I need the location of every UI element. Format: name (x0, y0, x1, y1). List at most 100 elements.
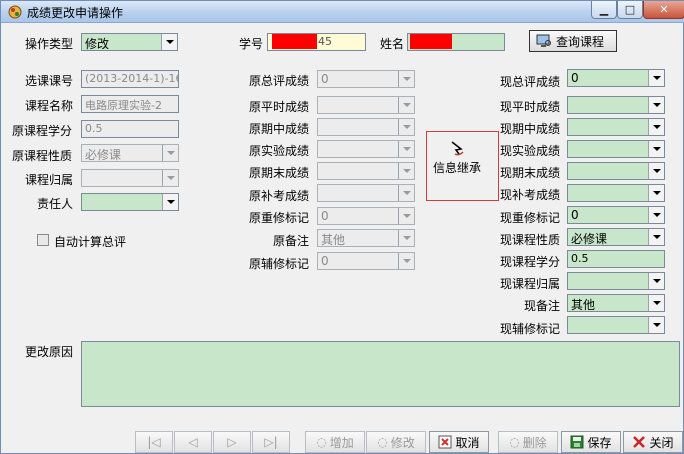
chevron-down-icon (648, 163, 664, 179)
cur-remark-select[interactable]: 其他 (567, 294, 665, 312)
cur-nature-label: 现课程性质 (500, 233, 561, 247)
close-button[interactable]: 关闭 (623, 431, 683, 453)
orig-total-select[interactable]: 0 (317, 70, 415, 88)
owner-select[interactable] (81, 193, 179, 211)
cur-mid-select[interactable] (567, 118, 665, 136)
orig-mid-select[interactable] (317, 118, 415, 136)
name-label: 姓名 (380, 37, 405, 51)
first-record-icon: |◁ (147, 435, 161, 449)
orig-minor-value: 0 (321, 254, 329, 268)
last-record-icon: ▷| (264, 435, 278, 449)
delete-label: 删除 (522, 435, 547, 450)
edit-icon: ◌ (377, 435, 388, 449)
delete-icon: ◌ (509, 435, 520, 449)
orig-mid-label: 原期中成绩 (249, 122, 310, 136)
close-icon: ✕ (659, 3, 669, 16)
edit-button[interactable]: ◌ 修改 (366, 431, 426, 453)
cur-final-label: 现期末成绩 (500, 166, 561, 180)
first-record-button[interactable]: |◁ (135, 431, 173, 453)
maximize-icon: □ (624, 3, 636, 16)
query-course-button[interactable]: 查询课程 (529, 30, 617, 52)
cur-retake-select[interactable]: 0 (567, 206, 665, 224)
chevron-down-icon (398, 119, 414, 135)
cur-makeup-label: 现补考成绩 (500, 188, 561, 202)
course-no-field[interactable]: (2013-2014-1)-16 (81, 70, 179, 88)
chevron-down-icon (398, 163, 414, 179)
course-name-field[interactable]: 电路原理实验-2 (81, 95, 179, 113)
credit-label: 原课程学分 (12, 124, 73, 138)
minimize-icon: ▁ (599, 3, 609, 16)
cancel-button[interactable]: 取消 (429, 431, 489, 453)
chevron-down-icon (398, 185, 414, 201)
cur-remark-value: 其他 (571, 298, 596, 312)
auto-calc-checkbox[interactable] (37, 234, 49, 246)
close-x-icon (633, 436, 646, 448)
cur-total-value: 0 (571, 71, 579, 85)
cur-belong-select[interactable] (567, 272, 665, 290)
save-button[interactable]: 保存 (561, 431, 621, 453)
cur-remark-label: 现备注 (524, 299, 561, 313)
chevron-down-icon (398, 208, 414, 224)
chevron-down-icon (648, 119, 664, 135)
belong-label: 课程归属 (25, 173, 74, 187)
minimize-button[interactable]: ▁ (591, 1, 617, 19)
inherit-info-label: 信息继承 (433, 161, 482, 175)
orig-retake-value: 0 (321, 209, 329, 223)
delete-button[interactable]: ◌ 删除 (498, 431, 558, 453)
maximize-button[interactable]: □ (617, 1, 643, 19)
window-title: 成绩更改申请操作 (27, 6, 124, 20)
auto-calc-label: 自动计算总评 (54, 235, 127, 249)
cur-total-select[interactable]: 0 (567, 69, 665, 87)
orig-exp-select[interactable] (317, 140, 415, 158)
cur-credit-field[interactable]: 0.5 (567, 250, 665, 268)
add-icon: ◌ (316, 435, 327, 449)
op-type-select[interactable]: 修改 (81, 33, 178, 51)
orig-remark-select[interactable]: 其他 (317, 229, 415, 247)
last-record-button[interactable]: ▷| (252, 431, 290, 453)
reason-label: 更改原因 (25, 345, 74, 359)
orig-final-select[interactable] (317, 162, 415, 180)
chevron-down-icon (648, 70, 664, 86)
chevron-down-icon (162, 170, 178, 186)
next-record-button[interactable]: ▷ (213, 431, 251, 453)
cur-credit-value: 0.5 (571, 252, 589, 265)
cur-minor-select[interactable] (567, 316, 665, 334)
cur-makeup-select[interactable] (567, 184, 665, 202)
cur-total-label: 现总评成绩 (500, 75, 561, 89)
save-icon (570, 435, 584, 449)
cur-retake-label: 现重修标记 (500, 211, 561, 225)
redaction-mark (410, 34, 452, 49)
student-id-suffix: 45 (318, 35, 332, 48)
cur-usual-label: 现平时成绩 (500, 100, 561, 114)
cur-nature-value: 必修课 (571, 232, 608, 246)
orig-retake-label: 原重修标记 (249, 211, 310, 225)
orig-total-label: 原总评成绩 (249, 74, 310, 88)
reason-textarea[interactable] (81, 341, 680, 407)
cur-credit-label: 现课程学分 (500, 255, 561, 269)
app-icon (8, 5, 22, 19)
close-window-button[interactable]: ✕ (643, 1, 684, 19)
owner-label: 责任人 (37, 197, 74, 211)
cancel-icon (438, 435, 452, 449)
orig-retake-select[interactable]: 0 (317, 207, 415, 225)
inherit-info-button[interactable]: 信息继承 (426, 131, 499, 201)
orig-minor-select[interactable]: 0 (317, 252, 415, 270)
nature-select[interactable]: 必修课 (81, 144, 179, 162)
cur-usual-select[interactable] (567, 96, 665, 114)
add-button[interactable]: ◌ 增加 (305, 431, 365, 453)
student-id-label: 学号 (239, 37, 264, 51)
belong-select[interactable] (81, 169, 179, 187)
title-bar: 成绩更改申请操作 ▁ □ ✕ (1, 1, 684, 23)
cur-nature-select[interactable]: 必修课 (567, 228, 665, 246)
credit-field[interactable]: 0.5 (81, 120, 179, 138)
orig-minor-label: 原辅修标记 (249, 257, 310, 271)
dialog-window: 成绩更改申请操作 ▁ □ ✕ 操作类型 修改 学号 45 姓名 查询课程 选课课… (0, 0, 684, 454)
cur-final-select[interactable] (567, 162, 665, 180)
prev-record-button[interactable]: ◁ (174, 431, 212, 453)
orig-usual-label: 原平时成绩 (249, 100, 310, 114)
orig-makeup-select[interactable] (317, 184, 415, 202)
orig-usual-select[interactable] (317, 96, 415, 114)
cur-exp-select[interactable] (567, 140, 665, 158)
chevron-down-icon (398, 71, 414, 87)
chevron-down-icon (161, 34, 177, 50)
